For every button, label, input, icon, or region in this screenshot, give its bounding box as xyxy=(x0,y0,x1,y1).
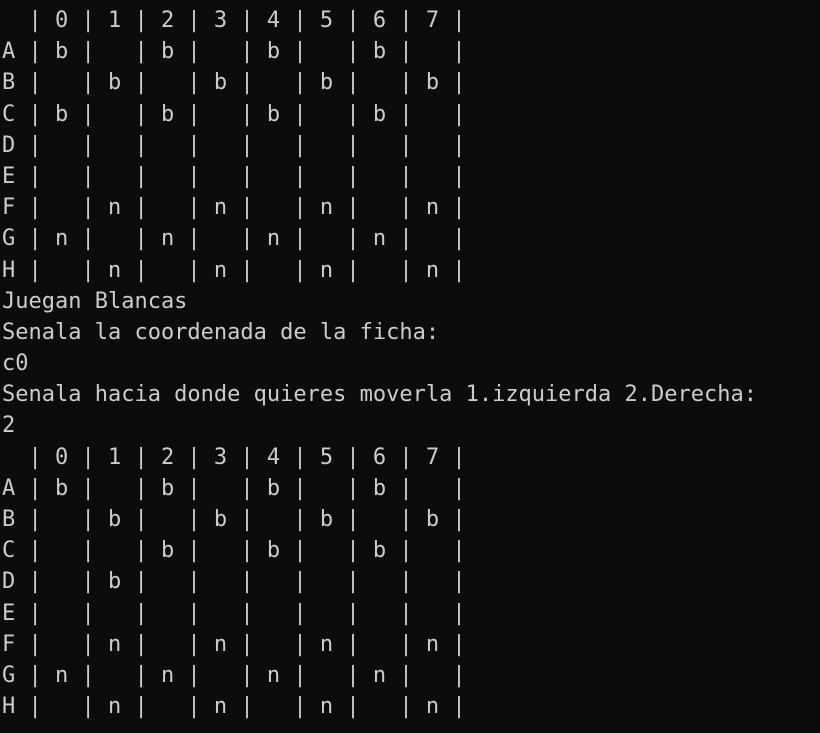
board-row-g: G | n | | n | | n | | n | | xyxy=(2,226,466,252)
console-output[interactable]: | 0 | 1 | 2 | 3 | 4 | 5 | 6 | 7 | A | b … xyxy=(2,5,818,722)
board2-row-d: D | | b | | | | | | | xyxy=(2,569,466,595)
direction-prompt: Senala hacia donde quieres moverla 1.izq… xyxy=(2,382,757,408)
coordinate-input: c0 xyxy=(2,351,29,377)
board2-header-row: | 0 | 1 | 2 | 3 | 4 | 5 | 6 | 7 | xyxy=(2,444,466,470)
board2-row-h: H | | n | | n | | n | | n | xyxy=(2,694,466,720)
board2-row-b: B | | b | | b | | b | | b | xyxy=(2,507,466,532)
direction-input: 2 xyxy=(2,413,16,439)
board-row-e: E | | | | | | | | | xyxy=(2,163,466,189)
board2-row-a: A | b | | b | | b | | b | | xyxy=(2,475,466,501)
board-row-b: B | | b | | b | | b | | b | xyxy=(2,70,466,96)
board-row-a: A | b | | b | | b | | b | | xyxy=(2,39,466,65)
board-row-c: C | b | | b | | b | | b | | xyxy=(2,101,466,127)
coordinate-prompt: Senala la coordenada de la ficha: xyxy=(2,319,440,345)
board2-row-c: C | | | b | | b | | b | | xyxy=(2,538,466,564)
board2-row-e: E | | | | | | | | | xyxy=(2,600,466,626)
board-row-f: F | | n | | n | | n | | n | xyxy=(2,195,466,221)
board2-row-f: F | | n | | n | | n | | n | xyxy=(2,631,466,657)
turn-message: Juegan Blancas xyxy=(2,288,188,314)
board2-row-g: G | n | | n | | n | | n | | xyxy=(2,662,466,688)
board-row-h: H | | n | | n | | n | | n | xyxy=(2,257,466,283)
board-header-row: | 0 | 1 | 2 | 3 | 4 | 5 | 6 | 7 | xyxy=(2,8,466,33)
board-row-d: D | | | | | | | | | xyxy=(2,132,466,158)
